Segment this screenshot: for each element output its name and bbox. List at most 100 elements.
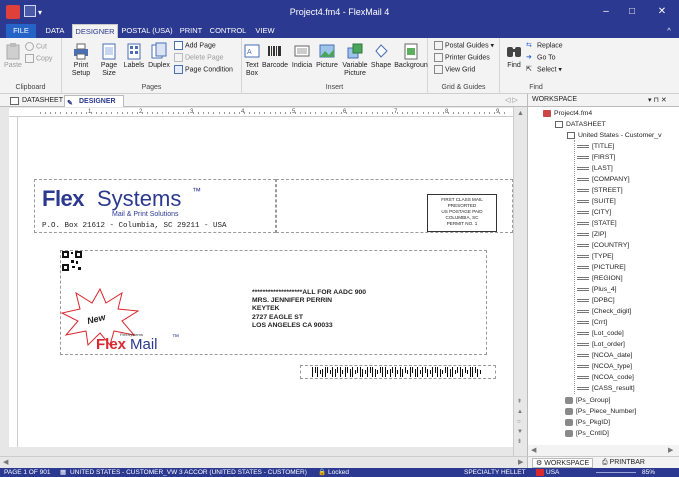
duplex-button[interactable]: Duplex bbox=[146, 42, 172, 70]
tab-printbar[interactable]: ⎙ PRINTBAR bbox=[602, 459, 645, 467]
tree-field[interactable]: [STATE] bbox=[577, 219, 617, 229]
tree-field[interactable]: [Lot_order] bbox=[577, 340, 625, 350]
tab-print[interactable]: PRINT bbox=[176, 24, 206, 38]
tab-data[interactable]: DATA bbox=[38, 24, 72, 38]
tree-field[interactable]: [CASS_result] bbox=[577, 384, 635, 394]
tab-datasheet[interactable]: DATASHEET bbox=[8, 95, 63, 107]
tab-postal-usa[interactable]: POSTAL (USA) bbox=[120, 24, 174, 38]
recipient-address[interactable]: *******************ALL FOR AADC 900 MRS.… bbox=[252, 289, 366, 330]
zoom-slider[interactable] bbox=[596, 472, 636, 473]
indicia-button[interactable]: Indicia bbox=[290, 42, 314, 70]
tab-file[interactable]: FILE bbox=[6, 24, 36, 38]
field-icon bbox=[577, 144, 589, 148]
scroll-left-icon[interactable]: ◀ bbox=[3, 458, 8, 466]
horizontal-scrollbar[interactable]: ◀ ▶ bbox=[0, 456, 527, 468]
goto-button[interactable]: ➜ Go To bbox=[526, 53, 556, 63]
tree-field[interactable]: [DPBC] bbox=[577, 296, 615, 306]
vertical-scrollbar[interactable]: ▲ ⇞ ▲ ○ ▼ ⇟ bbox=[513, 107, 527, 456]
copy-button[interactable]: Copy bbox=[25, 54, 52, 64]
tab-control[interactable]: CONTROL bbox=[207, 24, 249, 38]
tab-workspace[interactable]: ⚙ WORKSPACE bbox=[532, 458, 594, 468]
variable-picture-button[interactable]: Variable Picture bbox=[340, 42, 370, 78]
tree-group[interactable]: [Ps_Group] bbox=[565, 396, 610, 406]
workspace-header: WORKSPACE ▾ ⊓ ✕ bbox=[527, 94, 679, 107]
tree-field[interactable]: [COUNTRY] bbox=[577, 241, 629, 251]
print-setup-button[interactable]: Print Setup bbox=[68, 42, 94, 78]
tree-group[interactable]: [Ps_PkgID] bbox=[565, 418, 610, 428]
tree-group[interactable]: [Ps_Piece_Number] bbox=[565, 407, 636, 417]
tab-designer[interactable]: DESIGNER bbox=[72, 24, 118, 38]
scroll-up-icon[interactable]: ▲ bbox=[517, 110, 524, 117]
page-condition-button[interactable]: Page Condition bbox=[174, 65, 233, 75]
view-grid-toggle[interactable]: View Grid bbox=[434, 65, 475, 75]
minimize-button[interactable]: – bbox=[595, 4, 617, 20]
replace-button[interactable]: ⇆ Replace bbox=[526, 41, 563, 51]
text-box-button[interactable]: A Text Box bbox=[242, 42, 262, 78]
ruler-tick bbox=[96, 112, 98, 114]
barcode-bar bbox=[377, 370, 378, 374]
picture-button[interactable]: Picture bbox=[314, 42, 340, 70]
tree-field-label: [ZIP] bbox=[592, 231, 607, 238]
barcode-bar bbox=[452, 367, 453, 377]
tree-field[interactable]: [SUITE] bbox=[577, 197, 616, 207]
postal-guides-toggle[interactable]: Postal Guides ▾ bbox=[434, 41, 494, 51]
barcode-bar bbox=[469, 367, 471, 377]
close-button[interactable]: ✕ bbox=[651, 4, 673, 20]
ws-scroll-right-icon[interactable]: ▶ bbox=[668, 446, 673, 454]
tree-field[interactable]: [FIRST] bbox=[577, 153, 615, 163]
qr-code[interactable] bbox=[62, 251, 82, 271]
tree-field[interactable]: [NCOA_type] bbox=[577, 362, 632, 372]
tree-field[interactable]: [CITY] bbox=[577, 208, 611, 218]
tree-field[interactable]: [Plus_4] bbox=[577, 285, 617, 295]
barcode-bar bbox=[417, 367, 418, 377]
tree-table[interactable]: United States - Customer_v bbox=[567, 131, 661, 141]
tree-field[interactable]: [TYPE] bbox=[577, 252, 614, 262]
tree-field[interactable]: [PICTURE] bbox=[577, 263, 626, 273]
cut-button[interactable]: Cut bbox=[25, 42, 47, 52]
tree-field[interactable]: [REGION] bbox=[577, 274, 623, 284]
tree-field[interactable]: [COMPANY] bbox=[577, 175, 630, 185]
collapse-ribbon-icon[interactable]: ^ bbox=[663, 24, 675, 38]
printer-guides-toggle[interactable]: Printer Guides bbox=[434, 53, 490, 63]
labels-button[interactable]: Labels bbox=[122, 42, 146, 70]
delete-page-button[interactable]: Delete Page bbox=[174, 53, 224, 63]
barcode-bar bbox=[462, 369, 463, 377]
workspace-pin-icon[interactable]: ▾ ⊓ ✕ bbox=[648, 96, 667, 104]
tree-field[interactable]: [ZIP] bbox=[577, 230, 606, 240]
tree-datasheet[interactable]: DATASHEET bbox=[555, 120, 606, 130]
postal-guides-label: Postal Guides bbox=[445, 42, 489, 50]
find-button[interactable]: Find bbox=[504, 42, 524, 70]
tree-field[interactable]: [Crrt] bbox=[577, 318, 607, 328]
paste-button[interactable]: Paste bbox=[4, 42, 22, 70]
tree-project[interactable]: Project4.fm4 bbox=[543, 109, 592, 119]
tab-nav-arrows[interactable]: ◁ ▷ bbox=[505, 96, 518, 104]
tree-field[interactable]: [LAST] bbox=[577, 164, 613, 174]
maximize-button[interactable]: □ bbox=[621, 4, 643, 20]
barcode-button[interactable]: Barcode bbox=[262, 42, 288, 70]
tab-view[interactable]: VIEW bbox=[251, 24, 279, 38]
background-button[interactable]: Backgroun bbox=[394, 42, 428, 70]
scroll-nav-icons[interactable]: ⇞ ▲ ○ ▼ ⇟ bbox=[517, 397, 523, 447]
add-page-button[interactable]: Add Page bbox=[174, 41, 216, 51]
tree-group[interactable]: [Ps_CntID] bbox=[565, 429, 609, 439]
select-button[interactable]: ⇱ Select ▾ bbox=[526, 65, 562, 75]
add-page-label: Add Page bbox=[185, 42, 216, 50]
tree-field[interactable]: [NCOA_date] bbox=[577, 351, 632, 361]
tree-field[interactable]: [NCOA_code] bbox=[577, 373, 634, 383]
postage-indicia[interactable]: FIRST CLASS MAIL PRESORTED US POSTAGE PA… bbox=[427, 194, 497, 232]
shape-button[interactable]: Shape bbox=[370, 42, 392, 70]
tree-field[interactable]: [TITLE] bbox=[577, 142, 614, 152]
tree-field[interactable]: [STREET] bbox=[577, 186, 623, 196]
ws-scroll-left-icon[interactable]: ◀ bbox=[531, 446, 536, 454]
page-size-button[interactable]: Page Size bbox=[98, 42, 120, 78]
address-line: LOS ANGELES CA 90033 bbox=[252, 321, 333, 329]
tree-field[interactable]: [Check_digit] bbox=[577, 307, 631, 317]
group-icon bbox=[565, 407, 573, 415]
workspace-hscroll[interactable]: ◀ ▶ bbox=[527, 445, 679, 456]
tab-designer-doc[interactable]: ✎ DESIGNER bbox=[64, 95, 124, 107]
delete-page-label: Delete Page bbox=[185, 54, 224, 62]
tree-field[interactable]: [Lot_code] bbox=[577, 329, 624, 339]
barcode-bar bbox=[387, 370, 388, 374]
scroll-right-icon[interactable]: ▶ bbox=[518, 458, 523, 466]
status-zoom[interactable]: 85% bbox=[642, 468, 655, 477]
